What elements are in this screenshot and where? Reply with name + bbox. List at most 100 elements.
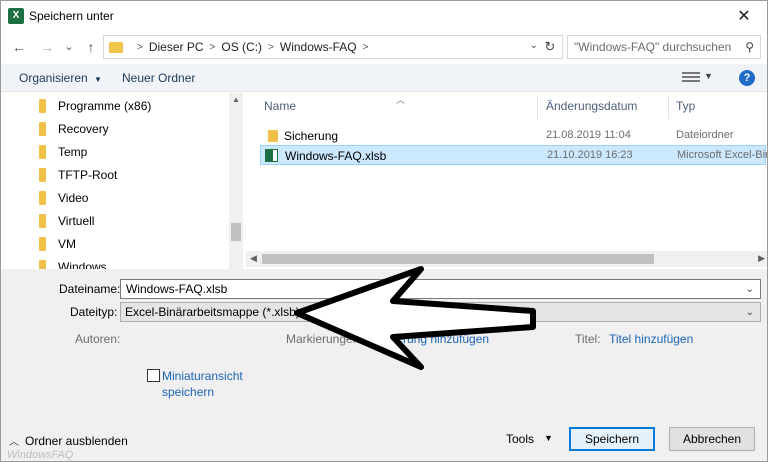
- add-title-link[interactable]: Titel hinzufügen: [609, 332, 693, 346]
- help-icon[interactable]: ?: [739, 70, 755, 86]
- file-row-windows-faq-xlsb[interactable]: Windows-FAQ.xlsb 21.10.2019 16:23 Micros…: [260, 145, 767, 165]
- tree-item-video[interactable]: Video: [39, 187, 88, 209]
- hide-folders-button[interactable]: ︿ Ordner ausblenden: [9, 433, 128, 449]
- tree-item-programme-x86[interactable]: Programme (x86): [39, 95, 151, 117]
- caret-down-icon[interactable]: ▼: [704, 71, 713, 81]
- scroll-left-icon[interactable]: ◀: [250, 253, 257, 264]
- chevron-down-icon: ⌄: [745, 307, 754, 318]
- tree-item-temp[interactable]: Temp: [39, 141, 87, 163]
- tree-item-label: Windows: [58, 260, 107, 269]
- new-folder-button[interactable]: Neuer Ordner: [122, 71, 195, 85]
- folder-icon: [39, 237, 46, 251]
- folder-icon: [39, 191, 46, 205]
- caret-down-icon[interactable]: ▼: [544, 433, 553, 443]
- window-title: Speichern unter: [29, 9, 114, 23]
- tree-item-label: TFTP-Root: [58, 168, 118, 182]
- scrollbar-thumb[interactable]: [231, 223, 241, 241]
- authors-label: Autoren:: [75, 332, 121, 346]
- save-options-panel: Dateiname: Windows-FAQ.xlsb ⌄ Dateityp: …: [1, 269, 767, 423]
- hide-folders-label: Ordner ausblenden: [25, 433, 128, 448]
- close-button[interactable]: ✕: [721, 1, 767, 31]
- folder-icon: [109, 41, 123, 53]
- tree-item-label: Virtuell: [58, 214, 95, 228]
- view-options-icon[interactable]: [682, 70, 700, 84]
- filetype-select[interactable]: Excel-Binärarbeitsmappe (*.xlsb) ⌄: [120, 302, 761, 322]
- organize-button[interactable]: Organisieren ▼: [19, 71, 102, 85]
- cancel-button[interactable]: Abbrechen: [669, 427, 755, 451]
- tree-scrollbar[interactable]: ▲: [229, 93, 243, 269]
- filetype-label: Dateityp:: [70, 305, 118, 319]
- navigation-tree: Programme (x86) Recovery Temp TFTP-Root …: [1, 93, 243, 269]
- tree-item-windows[interactable]: Windows: [39, 256, 107, 269]
- filename-label: Dateiname:: [59, 282, 121, 296]
- save-thumbnail-label-line2[interactable]: speichern: [162, 385, 214, 399]
- column-header-name[interactable]: Name: [264, 99, 296, 113]
- save-button[interactable]: Speichern: [569, 427, 655, 451]
- tree-item-label: Programme (x86): [58, 99, 152, 113]
- search-input[interactable]: "Windows-FAQ" durchsuchen ⚲: [567, 35, 761, 59]
- back-arrow-icon[interactable]: ←: [9, 37, 29, 57]
- column-header-date[interactable]: Änderungsdatum: [546, 99, 637, 113]
- chevron-right-icon: >: [362, 41, 369, 53]
- title-label: Titel:: [575, 332, 601, 346]
- scroll-up-icon[interactable]: ▲: [232, 95, 240, 104]
- chevron-right-icon: >: [209, 41, 216, 53]
- forward-arrow-icon[interactable]: →: [37, 37, 57, 57]
- add-tag-link[interactable]: Markierung hinzufügen: [367, 332, 489, 346]
- chevron-up-icon: ︿: [9, 437, 19, 448]
- save-as-dialog: X Speichern unter ✕ ← → ⌄ ↑ > Dieser PC …: [0, 0, 768, 462]
- folder-icon: [39, 145, 46, 159]
- tree-item-label: VM: [58, 237, 76, 251]
- column-divider[interactable]: [537, 95, 538, 119]
- up-folder-icon[interactable]: ↑: [81, 37, 101, 57]
- search-placeholder: "Windows-FAQ" durchsuchen: [574, 40, 732, 54]
- scrollbar-thumb[interactable]: [262, 254, 654, 264]
- excel-file-icon: [265, 149, 278, 162]
- tags-label: Markierungen:: [286, 332, 363, 346]
- tree-item-tftp-root[interactable]: TFTP-Root: [39, 164, 117, 186]
- scroll-right-icon[interactable]: ▶: [758, 253, 765, 264]
- sort-ascending-icon: ︿: [396, 95, 406, 105]
- tree-item-virtuell[interactable]: Virtuell: [39, 210, 94, 232]
- refresh-icon[interactable]: ↻: [539, 35, 561, 59]
- breadcrumb-dieser-pc[interactable]: Dieser PC: [149, 40, 204, 54]
- folder-icon: [39, 260, 46, 269]
- file-list-scrollbar[interactable]: ◀ ▶: [246, 251, 767, 267]
- tree-item-label: Temp: [58, 145, 88, 159]
- folder-icon: [39, 122, 46, 136]
- folder-icon: [39, 168, 46, 182]
- file-row-sicherung[interactable]: Sicherung 21.08.2019 11:04 Dateiordner: [260, 126, 766, 146]
- watermark: WindowsFAQ: [7, 449, 74, 461]
- file-name: Sicherung: [284, 129, 339, 143]
- file-name: Windows-FAQ.xlsb: [285, 149, 387, 163]
- chevron-down-icon[interactable]: ⌄: [746, 281, 754, 299]
- tree-item-label: Video: [58, 191, 89, 205]
- chevron-down-icon[interactable]: ⌄: [530, 40, 538, 51]
- caret-down-icon: ▼: [94, 75, 102, 84]
- folder-icon: [268, 130, 278, 142]
- file-list: ︿ Name Änderungsdatum Typ Sicherung 21.0…: [246, 93, 767, 269]
- save-thumbnail-label-line1[interactable]: Miniaturansicht: [162, 369, 243, 383]
- dialog-footer: ︿ Ordner ausblenden Tools ▼ Speichern Ab…: [1, 423, 767, 461]
- breadcrumb-windows-faq[interactable]: Windows-FAQ: [280, 40, 357, 54]
- column-divider[interactable]: [668, 95, 669, 119]
- column-header-type[interactable]: Typ: [676, 99, 695, 113]
- folder-icon: [39, 214, 46, 228]
- file-date: 21.10.2019 16:23: [547, 149, 633, 161]
- recent-locations-icon[interactable]: ⌄: [59, 37, 79, 57]
- tree-item-vm[interactable]: VM: [39, 233, 76, 255]
- folder-icon: [39, 99, 46, 113]
- excel-app-icon: X: [8, 8, 24, 24]
- save-thumbnail-checkbox[interactable]: [147, 369, 160, 382]
- filename-value: Windows-FAQ.xlsb: [126, 282, 228, 296]
- chevron-right-icon: >: [268, 41, 274, 53]
- command-toolbar: Organisieren ▼ Neuer Ordner ▼ ?: [1, 64, 767, 92]
- file-date: 21.08.2019 11:04: [546, 129, 631, 141]
- tree-item-recovery[interactable]: Recovery: [39, 118, 109, 140]
- breadcrumb-os-c[interactable]: OS (C:): [221, 40, 262, 54]
- address-bar[interactable]: > Dieser PC > OS (C:) > Windows-FAQ > ⌄: [103, 35, 563, 59]
- tools-menu[interactable]: Tools: [506, 432, 534, 446]
- tree-item-label: Recovery: [58, 122, 109, 136]
- filename-input[interactable]: Windows-FAQ.xlsb ⌄: [120, 279, 761, 299]
- navigation-row: ← → ⌄ ↑ > Dieser PC > OS (C:) > Windows-…: [1, 33, 767, 61]
